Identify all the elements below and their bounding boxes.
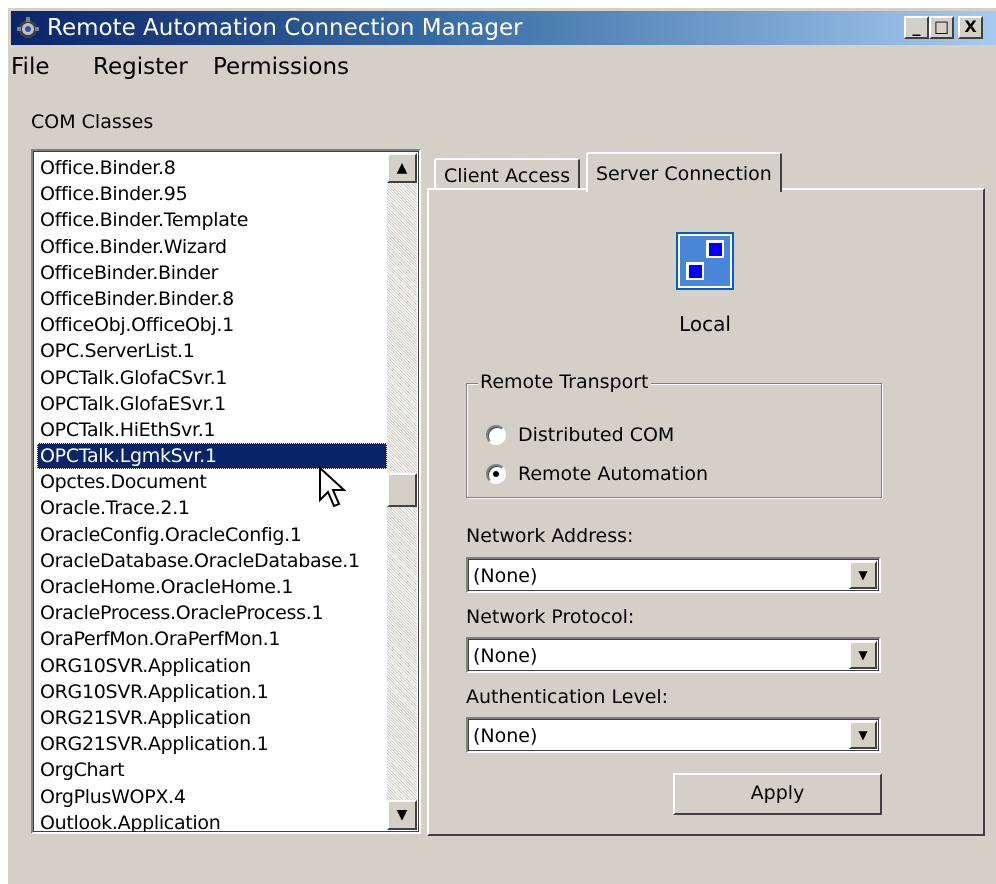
window-title: Remote Automation Connection Manager (47, 15, 523, 41)
list-item[interactable]: OraPerfMon.OraPerfMon.1 (37, 626, 387, 652)
remote-transport-legend: Remote Transport (478, 371, 651, 393)
list-item[interactable]: ORG21SVR.Application (37, 705, 387, 731)
network-address-combo[interactable]: (None) ▼ (466, 557, 881, 593)
apply-button[interactable]: Apply (673, 773, 882, 815)
list-item[interactable]: OPCTalk.GlofaESvr.1 (37, 391, 387, 417)
com-classes-list[interactable]: Office.Binder.8 Office.Binder.95 Office.Bi… (31, 149, 421, 834)
list-item[interactable]: Office.Binder.95 (37, 181, 387, 207)
list-item[interactable]: OPC.ServerList.1 (37, 338, 387, 364)
scroll-thumb[interactable] (387, 473, 417, 507)
authentication-level-combo[interactable]: (None) ▼ (466, 717, 881, 753)
list-item[interactable]: OracleHome.OracleHome.1 (37, 574, 387, 600)
connection-status-label: Local (679, 312, 731, 336)
list-item[interactable]: Office.Binder.Wizard (37, 234, 387, 260)
menu-permissions[interactable]: Permissions (213, 52, 349, 82)
dropdown-arrow-icon[interactable]: ▼ (849, 641, 877, 669)
list-item[interactable]: OfficeBinder.Binder.8 (37, 286, 387, 312)
local-server-icon (676, 232, 734, 290)
mouse-cursor-icon (319, 466, 346, 508)
network-protocol-combo[interactable]: (None) ▼ (466, 637, 881, 673)
tab-client-access[interactable]: Client Access (434, 158, 581, 192)
network-address-label: Network Address: (466, 525, 634, 547)
dropdown-arrow-icon[interactable]: ▼ (849, 561, 877, 589)
list-item[interactable]: OPCTalk.GlofaCSvr.1 (37, 365, 387, 391)
list-item[interactable]: OrgChart (37, 757, 387, 783)
list-item[interactable]: OfficeObj.OfficeObj.1 (37, 312, 387, 338)
menu-bar: File Register Permissions (11, 52, 611, 84)
list-item[interactable]: Office.Binder.Template (37, 207, 387, 233)
com-classes-label: COM Classes (31, 111, 154, 133)
list-item[interactable]: OrgPlusWOPX.4 (37, 784, 387, 810)
list-item[interactable]: ORG10SVR.Application (37, 653, 387, 679)
menu-file[interactable]: File (11, 52, 50, 82)
list-item[interactable]: ORG21SVR.Application.1 (37, 731, 387, 757)
radio-circle[interactable] (486, 425, 506, 445)
list-item[interactable]: OracleConfig.OracleConfig.1 (37, 522, 387, 548)
menu-register[interactable]: Register (93, 52, 188, 82)
radio-circle-selected[interactable] (486, 464, 506, 484)
vertical-scrollbar[interactable]: ▲ ▼ (387, 153, 417, 830)
list-item[interactable]: Outlook.Application (37, 810, 387, 832)
title-bar[interactable]: Remote Automation Connection Manager _ □… (11, 11, 996, 45)
list-item[interactable]: Office.Binder.8 (37, 155, 387, 181)
list-item[interactable]: OracleDatabase.OracleDatabase.1 (37, 548, 387, 574)
scroll-down-button[interactable]: ▼ (387, 800, 417, 830)
authentication-level-label: Authentication Level: (466, 686, 669, 708)
minimize-button[interactable]: _ (904, 16, 929, 39)
scroll-up-button[interactable]: ▲ (387, 153, 417, 183)
list-item[interactable]: OPCTalk.HiEthSvr.1 (37, 417, 387, 443)
gear-icon (17, 17, 39, 38)
tab-server-connection[interactable]: Server Connection (586, 152, 782, 192)
list-item[interactable]: OfficeBinder.Binder (37, 260, 387, 286)
dropdown-arrow-icon[interactable]: ▼ (849, 721, 877, 749)
maximize-button[interactable]: □ (929, 16, 954, 39)
list-item[interactable]: ORG10SVR.Application.1 (37, 679, 387, 705)
network-protocol-label: Network Protocol: (466, 606, 635, 628)
list-item[interactable]: OracleProcess.OracleProcess.1 (37, 600, 387, 626)
close-button[interactable]: X (958, 16, 983, 39)
